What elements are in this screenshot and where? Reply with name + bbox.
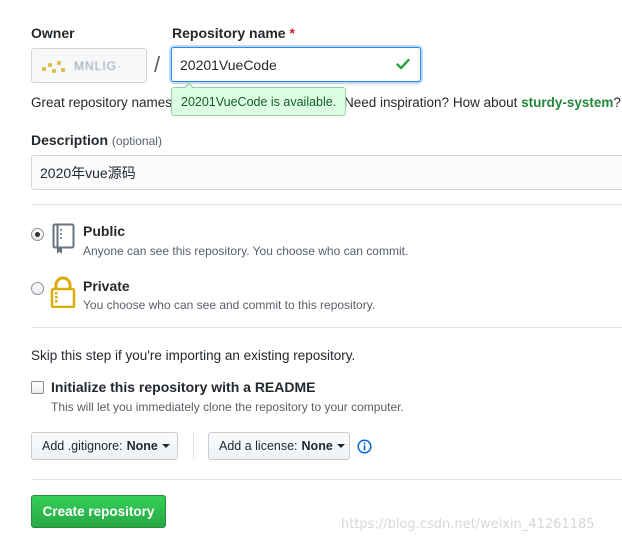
name-suggestion-link[interactable]: sturdy-system xyxy=(521,95,613,110)
owner-avatar xyxy=(42,57,68,75)
caret-down-icon xyxy=(161,444,170,448)
info-icon[interactable] xyxy=(357,439,372,454)
availability-tooltip: 20201VueCode is available. xyxy=(171,82,347,116)
lock-icon xyxy=(50,276,76,308)
divider xyxy=(31,479,622,480)
license-dropdown[interactable]: Add a license: None xyxy=(208,432,350,460)
inspiration-suffix: ? xyxy=(613,95,621,110)
vertical-divider xyxy=(193,432,194,459)
repo-book-icon xyxy=(52,223,75,254)
public-note: Anyone can see this repository. You choo… xyxy=(83,244,409,258)
caret-down-icon xyxy=(336,444,345,448)
inspiration-text: Need inspiration? How about sturdy-syste… xyxy=(344,95,621,110)
gitignore-prefix: Add .gitignore: xyxy=(42,439,123,453)
description-input[interactable]: 2020年vue源码 xyxy=(31,155,622,190)
init-readme-note: This will let you immediately clone the … xyxy=(51,400,404,414)
import-hint: Skip this step if you're importing an ex… xyxy=(31,348,356,363)
inspiration-question: Need inspiration? How about xyxy=(344,95,518,110)
public-radio[interactable] xyxy=(31,228,44,241)
repo-name-value: 20201VueCode xyxy=(180,56,277,73)
gitignore-value: None xyxy=(126,439,158,453)
divider xyxy=(31,204,622,205)
inspiration-prefix: Great repository names xyxy=(31,95,173,110)
init-readme-checkbox[interactable] xyxy=(31,381,44,394)
check-icon xyxy=(396,58,410,70)
description-value: 2020年vue源码 xyxy=(40,164,136,181)
repo-name-label: Repository name * xyxy=(172,25,295,41)
private-radio[interactable] xyxy=(31,282,44,295)
watermark: https://blog.csdn.net/weixin_41261185 xyxy=(341,517,595,532)
description-label-text: Description xyxy=(31,132,109,148)
license-prefix: Add a license: xyxy=(219,439,298,453)
repo-name-label-text: Repository name xyxy=(172,25,286,41)
init-readme-label[interactable]: Initialize this repository with a README xyxy=(51,379,315,395)
owner-name: MNLIG· xyxy=(74,58,122,73)
required-marker: * xyxy=(289,25,295,41)
private-title: Private xyxy=(83,278,130,294)
owner-repo-separator: / xyxy=(154,52,161,77)
license-value: None xyxy=(301,439,333,453)
description-label: Description (optional) xyxy=(31,132,162,148)
gitignore-dropdown[interactable]: Add .gitignore: None xyxy=(31,432,178,460)
repo-name-input[interactable]: 20201VueCode xyxy=(171,47,421,82)
divider xyxy=(31,327,622,328)
owner-label: Owner xyxy=(31,25,75,41)
public-title: Public xyxy=(83,223,126,239)
private-note: You choose who can see and commit to thi… xyxy=(83,298,376,312)
owner-select[interactable]: MNLIG· xyxy=(31,48,147,83)
optional-note: (optional) xyxy=(111,134,162,148)
create-repository-button[interactable]: Create repository xyxy=(31,495,166,528)
